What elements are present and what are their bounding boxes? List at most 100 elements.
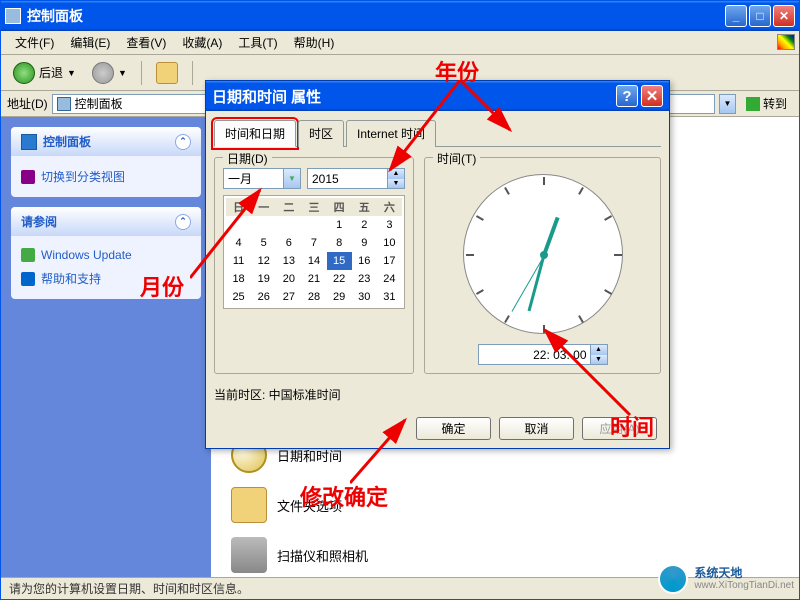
- ok-button[interactable]: 确定: [416, 417, 491, 440]
- calendar-day[interactable]: 28: [301, 288, 326, 306]
- up-button[interactable]: [150, 58, 184, 88]
- collapse-icon-2[interactable]: ⌃: [175, 214, 191, 230]
- folder-options-icon: [231, 487, 267, 523]
- menubar: 文件(F) 编辑(E) 查看(V) 收藏(A) 工具(T) 帮助(H): [1, 31, 799, 55]
- sidebar-switch-view-link[interactable]: 切换到分类视图: [21, 164, 191, 189]
- maximize-button[interactable]: □: [749, 5, 771, 27]
- address-dropdown-icon[interactable]: ▼: [719, 94, 736, 114]
- controlpanel-icon: [21, 134, 37, 150]
- calendar-day[interactable]: 29: [327, 288, 352, 306]
- minimize-button[interactable]: _: [725, 5, 747, 27]
- calendar-day[interactable]: 15: [327, 252, 352, 270]
- calendar-day[interactable]: 26: [251, 288, 276, 306]
- windows-update-icon: [21, 248, 35, 262]
- calendar-day[interactable]: 27: [276, 288, 301, 306]
- sidebar-panel-seealso: 请参阅 ⌃ Windows Update 帮助和支持: [11, 207, 201, 299]
- sidebar-panel-header[interactable]: 控制面板 ⌃: [11, 127, 201, 156]
- month-select[interactable]: 一月 ▼: [223, 168, 301, 189]
- date-group-label: 日期(D): [223, 150, 272, 167]
- back-label: 后退: [39, 64, 63, 81]
- item-scanner[interactable]: 扫描仪和照相机: [231, 537, 368, 573]
- clock-tick: [475, 215, 483, 221]
- calendar-day[interactable]: 5: [251, 234, 276, 252]
- calendar-day[interactable]: 17: [377, 252, 402, 270]
- calendar-day[interactable]: 20: [276, 270, 301, 288]
- window-title: 控制面板: [27, 6, 725, 26]
- date-group: 日期(D) 一月 ▼ 2015 ▲ ▼ 日一二三四五六1234567891011: [214, 157, 414, 374]
- tab-timezone[interactable]: 时区: [298, 120, 344, 147]
- calendar-day[interactable]: 21: [301, 270, 326, 288]
- calendar-day[interactable]: 9: [352, 234, 377, 252]
- calendar-day[interactable]: 23: [352, 270, 377, 288]
- calendar-day[interactable]: 3: [377, 216, 402, 234]
- apply-button[interactable]: 应用(A): [582, 417, 657, 440]
- cancel-button[interactable]: 取消: [499, 417, 574, 440]
- calendar-day[interactable]: 10: [377, 234, 402, 252]
- time-down-button[interactable]: ▼: [590, 355, 607, 365]
- sidebar-seealso-header[interactable]: 请参阅 ⌃: [11, 207, 201, 236]
- forward-button[interactable]: ▼: [86, 58, 133, 88]
- calendar-day[interactable]: 4: [226, 234, 251, 252]
- month-dropdown-icon[interactable]: ▼: [283, 169, 300, 188]
- calendar-day[interactable]: 16: [352, 252, 377, 270]
- time-group: 时间(T) 22: 03: 00 ▲ ▼: [424, 157, 661, 374]
- calendar-day[interactable]: 30: [352, 288, 377, 306]
- dialog-title: 日期和时间 属性: [212, 86, 616, 107]
- calendar-day[interactable]: 7: [301, 234, 326, 252]
- year-down-button[interactable]: ▼: [387, 179, 404, 189]
- menu-help[interactable]: 帮助(H): [288, 32, 341, 53]
- back-chevron-icon: ▼: [67, 68, 76, 78]
- calendar-day[interactable]: 18: [226, 270, 251, 288]
- main-titlebar: 控制面板 _ □ ✕: [1, 1, 799, 31]
- watermark-line1: 系统天地: [694, 567, 794, 580]
- calendar-day[interactable]: 14: [301, 252, 326, 270]
- calendar-day[interactable]: 2: [352, 216, 377, 234]
- tab-datetime[interactable]: 时间和日期: [214, 120, 296, 147]
- collapse-icon[interactable]: ⌃: [175, 134, 191, 150]
- second-hand: [511, 255, 544, 312]
- clock-tick: [543, 325, 545, 333]
- menu-tools[interactable]: 工具(T): [232, 32, 283, 53]
- clock-tick: [614, 254, 622, 256]
- year-spinner[interactable]: 2015 ▲ ▼: [307, 168, 405, 189]
- calendar-day[interactable]: 13: [276, 252, 301, 270]
- address-value: 控制面板: [75, 95, 123, 112]
- close-button[interactable]: ✕: [773, 5, 795, 27]
- windows-flag-icon: [777, 34, 795, 50]
- calendar-day[interactable]: 31: [377, 288, 402, 306]
- calendar-day[interactable]: 22: [327, 270, 352, 288]
- menu-edit[interactable]: 编辑(E): [64, 32, 116, 53]
- weekday-header: 三: [301, 198, 326, 216]
- calendar-day[interactable]: 6: [276, 234, 301, 252]
- calendar-day[interactable]: 1: [327, 216, 352, 234]
- menu-view[interactable]: 查看(V): [120, 32, 172, 53]
- address-icon: [57, 97, 71, 111]
- clock-tick: [604, 215, 612, 221]
- sidebar-windows-update-link[interactable]: Windows Update: [21, 244, 191, 266]
- calendar-day[interactable]: 25: [226, 288, 251, 306]
- tab-internet-time[interactable]: Internet 时间: [346, 120, 436, 147]
- time-field[interactable]: 22: 03: 00 ▲ ▼: [478, 344, 608, 365]
- menu-file[interactable]: 文件(F): [9, 32, 60, 53]
- goto-button[interactable]: 转到: [740, 93, 793, 114]
- calendar-day[interactable]: 24: [377, 270, 402, 288]
- menu-fav[interactable]: 收藏(A): [176, 32, 228, 53]
- watermark-line2: www.XiTongTianDi.net: [694, 580, 794, 591]
- calendar-day: [251, 216, 276, 234]
- time-up-button[interactable]: ▲: [590, 345, 607, 355]
- clock-tick: [466, 254, 474, 256]
- year-up-button[interactable]: ▲: [387, 169, 404, 179]
- dialog-close-button[interactable]: ✕: [641, 85, 663, 107]
- weekday-header: 五: [352, 198, 377, 216]
- calendar-day[interactable]: 12: [251, 252, 276, 270]
- back-button[interactable]: 后退 ▼: [7, 58, 82, 88]
- weekday-header: 四: [327, 198, 352, 216]
- dialog-help-button[interactable]: ?: [616, 85, 638, 107]
- calendar-day[interactable]: 19: [251, 270, 276, 288]
- calendar-day[interactable]: 11: [226, 252, 251, 270]
- calendar-day[interactable]: 8: [327, 234, 352, 252]
- dialog-tabs: 时间和日期 时区 Internet 时间: [214, 119, 661, 147]
- sidebar-help-link[interactable]: 帮助和支持: [21, 266, 191, 291]
- item-folder-options[interactable]: 文件夹选项: [231, 487, 342, 523]
- forward-icon: [92, 62, 114, 84]
